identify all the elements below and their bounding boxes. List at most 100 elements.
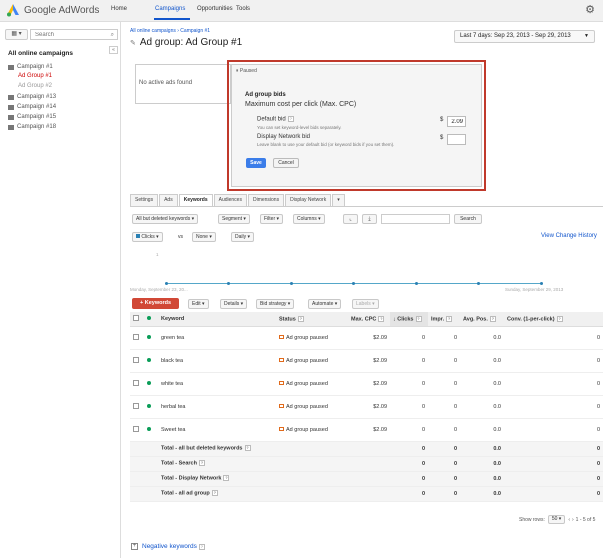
max-cpc-cell[interactable]: $2.09 bbox=[348, 326, 390, 350]
help-icon[interactable]: ? bbox=[446, 315, 453, 322]
sidebar-view-toggle-button[interactable]: ▦ ▾ bbox=[5, 29, 28, 40]
col-conv[interactable]: Conv. (1-per-click)? bbox=[504, 312, 603, 327]
sidebar-item-ad-group-2[interactable]: Ad Group #2 bbox=[18, 83, 52, 89]
rows-per-page-select[interactable]: 50 ▾ bbox=[547, 515, 566, 524]
period-select[interactable]: Daily ▾ bbox=[231, 232, 255, 242]
chart-point[interactable] bbox=[415, 282, 418, 285]
pencil-icon[interactable]: ✎ bbox=[130, 39, 136, 47]
help-icon[interactable]: ? bbox=[198, 543, 205, 550]
tab-settings[interactable]: Settings bbox=[130, 194, 159, 206]
sidebar-item-campaign-1[interactable]: Campaign #1 bbox=[8, 64, 53, 70]
table-search-input[interactable] bbox=[381, 214, 450, 224]
negative-keywords-toggle[interactable]: + Negative keywords ? bbox=[131, 543, 205, 550]
prev-page-icon[interactable]: ‹ bbox=[568, 517, 570, 523]
nav-campaigns[interactable]: Campaigns bbox=[155, 6, 185, 12]
tab-audiences[interactable]: Audiences bbox=[213, 194, 247, 206]
sidebar-item-campaign-13[interactable]: Campaign #13 bbox=[8, 94, 56, 100]
display-bid-input[interactable] bbox=[447, 134, 466, 145]
col-status[interactable]: Status? bbox=[276, 312, 348, 327]
sidebar-search-input[interactable] bbox=[35, 32, 105, 38]
max-cpc-cell[interactable]: $2.09 bbox=[348, 372, 390, 396]
chart-point[interactable] bbox=[477, 282, 480, 285]
max-cpc-cell[interactable]: $2.09 bbox=[348, 418, 390, 442]
sidebar-item-ad-group-1[interactable]: Ad Group #1 bbox=[18, 73, 52, 79]
tab-ads[interactable]: Ads bbox=[159, 194, 178, 206]
columns-button[interactable]: Columns ▾ bbox=[293, 214, 325, 224]
col-avg-pos[interactable]: Avg. Pos.? bbox=[460, 312, 504, 327]
date-range-select[interactable]: Last 7 days: Sep 23, 2013 - Sep 29, 2013… bbox=[454, 30, 595, 43]
filter-button[interactable]: Filter ▾ bbox=[260, 214, 284, 224]
tab-dimensions[interactable]: Dimensions bbox=[247, 194, 285, 206]
sidebar-item-campaign-18[interactable]: Campaign #18 bbox=[8, 124, 56, 130]
gear-icon[interactable]: ⚙ bbox=[584, 4, 596, 16]
col-keyword[interactable]: Keyword bbox=[158, 312, 276, 327]
sidebar-search[interactable]: ⌕ bbox=[30, 29, 118, 40]
keyword-filter-select[interactable]: All but deleted keywords ▾ bbox=[132, 214, 199, 224]
search-button[interactable]: Search bbox=[454, 214, 482, 224]
details-button[interactable]: Details ▾ bbox=[220, 299, 248, 309]
max-cpc-cell[interactable]: $2.09 bbox=[348, 395, 390, 419]
enabled-dot-icon[interactable] bbox=[147, 403, 151, 408]
help-icon[interactable]: ? bbox=[244, 445, 251, 452]
tab-display-network[interactable]: Display Network bbox=[285, 194, 332, 206]
col-max-cpc[interactable]: Max. CPC? bbox=[348, 312, 390, 327]
help-icon[interactable]: ? bbox=[287, 116, 294, 122]
view-change-history-link[interactable]: View Change History bbox=[541, 233, 597, 239]
search-icon[interactable]: ⌕ bbox=[111, 31, 114, 39]
keyword-cell[interactable]: green tea bbox=[158, 326, 276, 350]
row-checkbox[interactable] bbox=[133, 425, 139, 432]
chart-point[interactable] bbox=[227, 282, 230, 285]
nav-home[interactable]: Home bbox=[111, 6, 127, 12]
sidebar-title[interactable]: All online campaigns bbox=[8, 50, 73, 57]
save-button[interactable]: Save bbox=[246, 158, 266, 168]
help-icon[interactable]: ? bbox=[556, 315, 563, 322]
tab-more[interactable]: ▾ bbox=[332, 194, 345, 206]
keyword-cell[interactable]: herbal tea bbox=[158, 395, 276, 419]
labels-button[interactable]: Labels ▾ bbox=[352, 299, 379, 309]
bid-strategy-button[interactable]: Bid strategy ▾ bbox=[256, 299, 295, 309]
breadcrumb[interactable]: All online campaigns › Campaign #1 bbox=[130, 28, 210, 34]
help-icon[interactable]: ? bbox=[489, 315, 496, 322]
download-button[interactable]: ⤓ bbox=[362, 214, 377, 224]
metric2-select[interactable]: None ▾ bbox=[192, 232, 216, 242]
automate-button[interactable]: Automate ▾ bbox=[308, 299, 342, 309]
keyword-cell[interactable]: Sweet tea bbox=[158, 418, 276, 442]
help-icon[interactable]: ? bbox=[223, 475, 230, 482]
sidebar-item-campaign-15[interactable]: Campaign #15 bbox=[8, 114, 56, 120]
col-impr[interactable]: Impr.? bbox=[428, 312, 460, 327]
help-icon[interactable]: ? bbox=[211, 490, 218, 497]
add-keywords-button[interactable]: + Keywords bbox=[132, 298, 179, 309]
segment-button[interactable]: Segment ▾ bbox=[218, 214, 250, 224]
row-checkbox[interactable] bbox=[133, 379, 139, 386]
next-page-icon[interactable]: › bbox=[572, 517, 574, 523]
help-icon[interactable]: ? bbox=[198, 460, 205, 467]
keyword-cell[interactable]: black tea bbox=[158, 349, 276, 373]
nav-opportunities[interactable]: Opportunities bbox=[197, 6, 233, 12]
row-checkbox[interactable] bbox=[133, 356, 139, 363]
row-checkbox[interactable] bbox=[133, 333, 139, 340]
enabled-dot-icon[interactable] bbox=[147, 426, 151, 431]
cancel-button[interactable]: Cancel bbox=[273, 158, 299, 168]
chart-point[interactable] bbox=[165, 282, 168, 285]
help-icon[interactable]: ? bbox=[415, 315, 422, 322]
enabled-dot-icon[interactable] bbox=[147, 380, 151, 385]
help-icon[interactable]: ? bbox=[378, 315, 385, 322]
row-checkbox[interactable] bbox=[133, 402, 139, 409]
select-all-checkbox[interactable] bbox=[133, 314, 139, 321]
default-bid-input[interactable] bbox=[447, 116, 466, 127]
sidebar-collapse-button[interactable]: « bbox=[109, 46, 118, 54]
enabled-dot-icon[interactable] bbox=[147, 357, 151, 362]
col-clicks[interactable]: ↓ Clicks? bbox=[390, 312, 428, 327]
tab-keywords[interactable]: Keywords bbox=[178, 194, 213, 206]
help-icon[interactable]: ? bbox=[297, 315, 304, 322]
sidebar-item-campaign-14[interactable]: Campaign #14 bbox=[8, 104, 56, 110]
chart-point[interactable] bbox=[352, 282, 355, 285]
keyword-cell[interactable]: white tea bbox=[158, 372, 276, 396]
metric1-select[interactable]: Clicks ▾ bbox=[132, 232, 163, 242]
enabled-dot-icon[interactable] bbox=[147, 334, 151, 339]
chart-toggle-button[interactable]: ⌞ bbox=[343, 214, 358, 224]
edit-button[interactable]: Edit ▾ bbox=[188, 299, 209, 309]
chart-point[interactable] bbox=[290, 282, 293, 285]
nav-tools[interactable]: Tools bbox=[236, 6, 250, 12]
chart-point[interactable] bbox=[540, 282, 543, 285]
